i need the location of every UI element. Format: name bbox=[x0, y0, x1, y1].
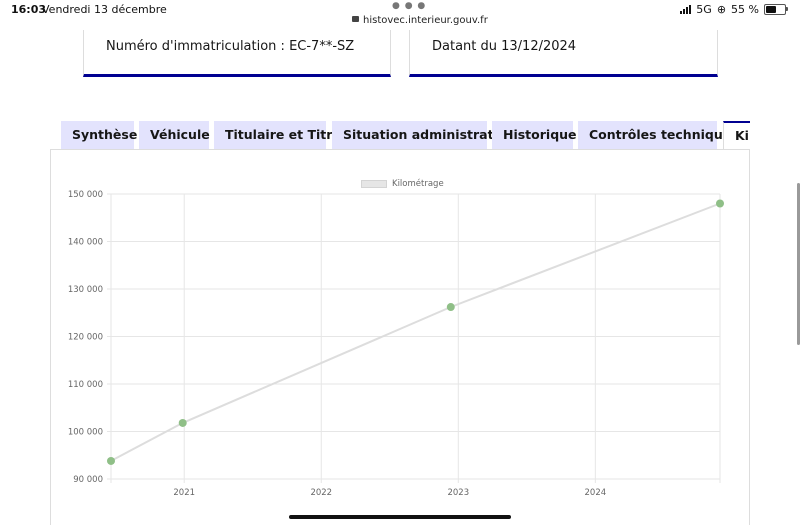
y-tick-label: 120 000 bbox=[68, 333, 103, 343]
home-indicator[interactable] bbox=[289, 515, 511, 519]
y-tick-label: 150 000 bbox=[68, 190, 103, 200]
x-tick-label: 2023 bbox=[447, 488, 469, 498]
x-tick-label: 2021 bbox=[173, 488, 195, 498]
x-tick-label: 2024 bbox=[585, 488, 607, 498]
series-line bbox=[110, 202, 721, 462]
x-tick-label: 2022 bbox=[310, 488, 332, 498]
data-point bbox=[446, 303, 455, 312]
y-tick-label: 110 000 bbox=[68, 380, 103, 390]
data-point bbox=[178, 418, 187, 427]
mileage-chart: 90 000 100 000 110 000 120 000 130 000 140 00… bbox=[68, 190, 724, 498]
y-tick-label: 130 000 bbox=[68, 285, 103, 295]
y-tick-label: 100 000 bbox=[68, 428, 103, 438]
data-point bbox=[107, 456, 115, 465]
y-tick-label: 140 000 bbox=[68, 238, 103, 248]
data-point bbox=[716, 199, 724, 208]
y-tick-label: 90 000 bbox=[73, 475, 103, 485]
